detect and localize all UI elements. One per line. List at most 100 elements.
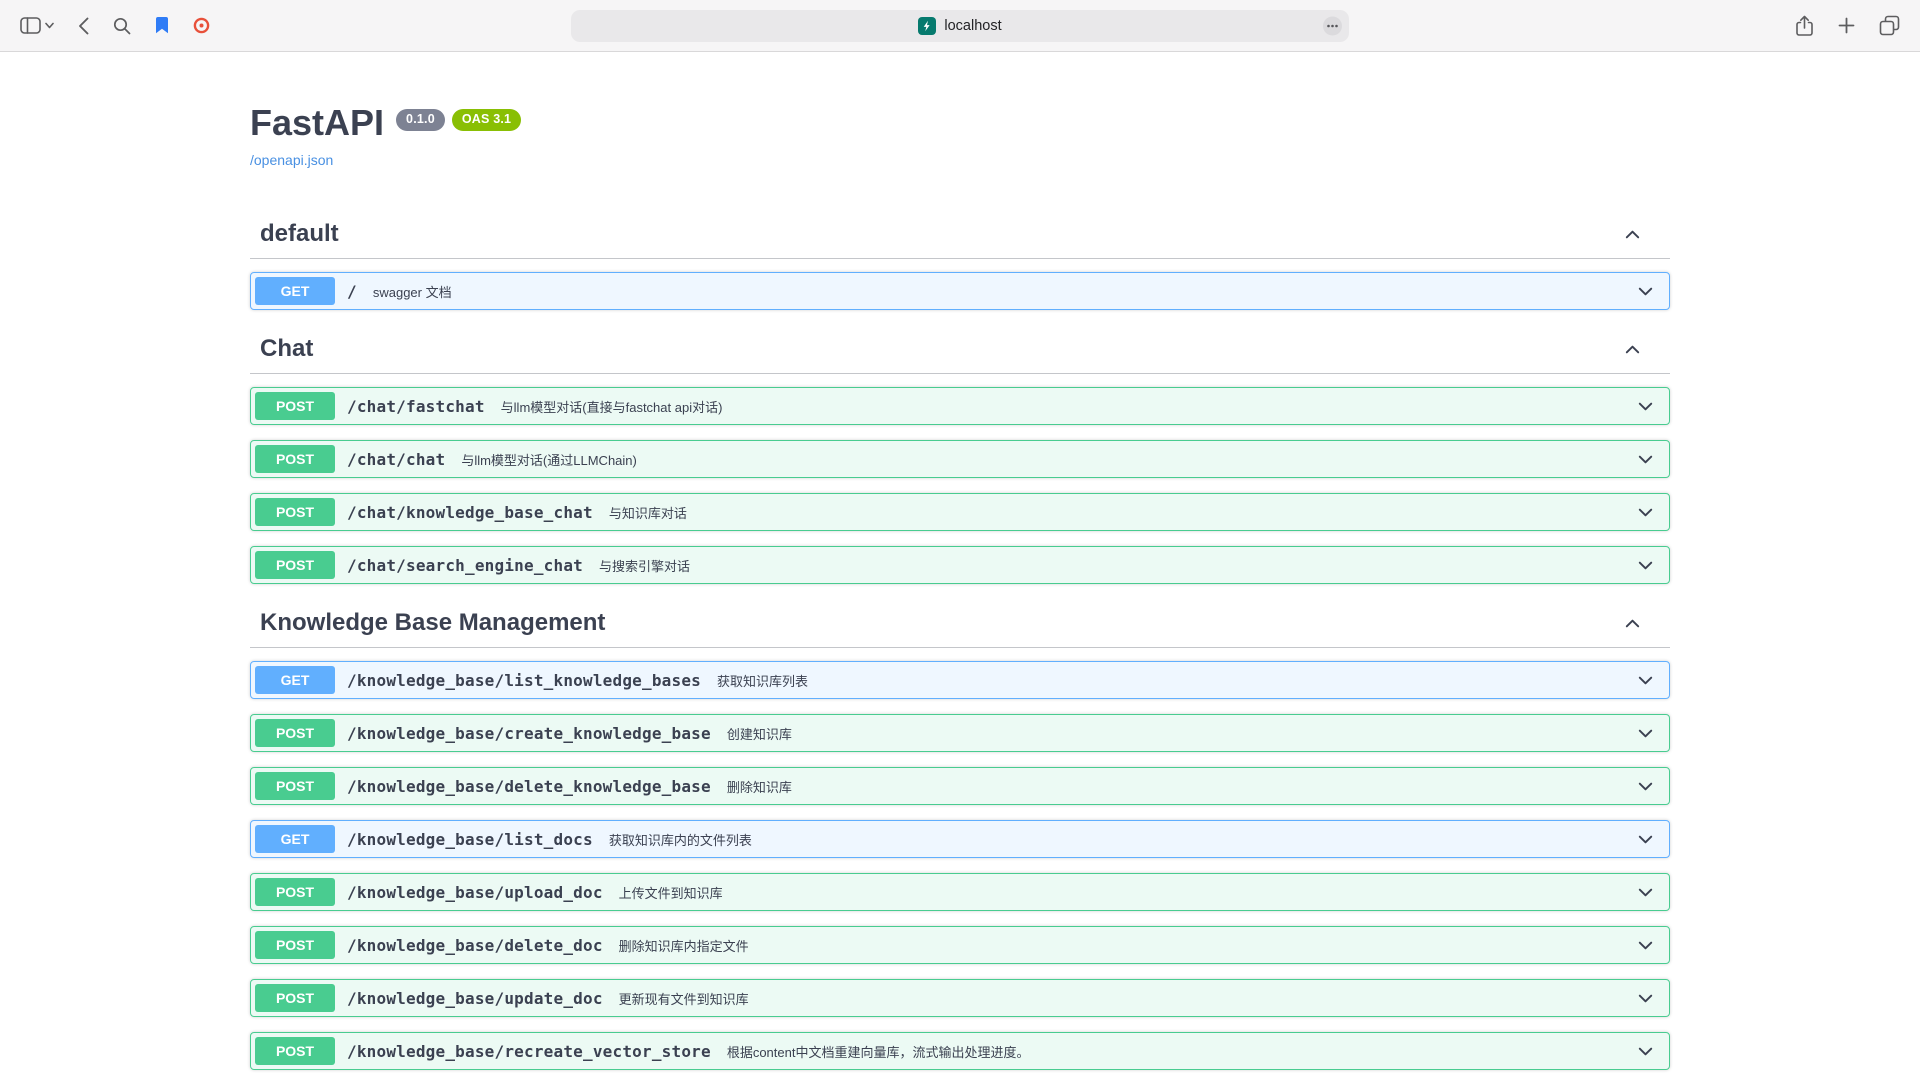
search-button[interactable] — [113, 17, 131, 35]
section-endpoints: POST/chat/fastchat与llm模型对话(直接与fastchat a… — [250, 374, 1670, 584]
method-badge: GET — [255, 666, 335, 694]
endpoint-path: /knowledge_base/create_knowledge_base — [335, 724, 723, 743]
site-favicon — [918, 17, 936, 35]
api-info-block: FastAPI 0.1.0 OAS 3.1 /openapi.json — [250, 52, 1670, 210]
tab-overview-icon — [1879, 15, 1900, 36]
endpoint-path: /knowledge_base/list_knowledge_bases — [335, 671, 713, 690]
expand-endpoint-icon[interactable] — [1636, 936, 1655, 955]
record-extension-icon — [193, 17, 210, 34]
expand-endpoint-icon[interactable] — [1636, 724, 1655, 743]
chevron-left-icon — [78, 17, 89, 35]
endpoint-row[interactable]: POST/knowledge_base/recreate_vector_stor… — [250, 1032, 1670, 1070]
version-badge: 0.1.0 — [396, 109, 445, 131]
tab-overview-button[interactable] — [1879, 15, 1900, 36]
method-badge: POST — [255, 772, 335, 800]
method-badge: GET — [255, 277, 335, 305]
method-badge: POST — [255, 392, 335, 420]
endpoint-row[interactable]: POST/chat/fastchat与llm模型对话(直接与fastchat a… — [250, 387, 1670, 425]
ellipsis-icon — [1327, 25, 1338, 28]
back-button[interactable] — [78, 17, 89, 35]
endpoint-path: / — [335, 282, 369, 301]
expand-endpoint-icon[interactable] — [1636, 830, 1655, 849]
expand-endpoint-icon[interactable] — [1636, 1042, 1655, 1061]
bookmark-extension-button[interactable] — [155, 17, 169, 34]
endpoint-description: 更新现有文件到知识库 — [615, 989, 1630, 1008]
section-endpoints: GET/swagger 文档 — [250, 259, 1670, 310]
endpoint-path: /knowledge_base/upload_doc — [335, 883, 615, 902]
api-section: default GET/swagger 文档 — [250, 210, 1670, 310]
section-title: Chat — [260, 335, 1623, 363]
endpoint-row[interactable]: POST/chat/search_engine_chat与搜索引擎对话 — [250, 546, 1670, 584]
endpoint-row[interactable]: POST/knowledge_base/upload_doc上传文件到知识库 — [250, 873, 1670, 911]
collapse-section-icon[interactable] — [1623, 614, 1642, 633]
content-wrapper: FastAPI 0.1.0 OAS 3.1 /openapi.json defa… — [230, 52, 1690, 1070]
share-icon — [1795, 15, 1814, 37]
section-header[interactable]: Knowledge Base Management — [250, 599, 1670, 648]
endpoint-description: 与知识库对话 — [605, 503, 1630, 522]
endpoint-description: 删除知识库 — [723, 777, 1630, 796]
endpoint-path: /chat/search_engine_chat — [335, 556, 595, 575]
chevron-down-icon — [45, 22, 54, 29]
endpoint-row[interactable]: POST/knowledge_base/delete_knowledge_bas… — [250, 767, 1670, 805]
sidebar-toggle-button[interactable] — [20, 17, 54, 34]
search-icon — [113, 17, 131, 35]
expand-endpoint-icon[interactable] — [1636, 503, 1655, 522]
openapi-spec-link[interactable]: /openapi.json — [250, 152, 333, 168]
api-title-text: FastAPI — [250, 102, 384, 143]
toolbar-left-group — [20, 17, 210, 35]
expand-endpoint-icon[interactable] — [1636, 450, 1655, 469]
endpoint-path: /chat/knowledge_base_chat — [335, 503, 605, 522]
endpoint-path: /knowledge_base/update_doc — [335, 989, 615, 1008]
expand-endpoint-icon[interactable] — [1636, 556, 1655, 575]
api-section: Chat POST/chat/fastchat与llm模型对话(直接与fastch… — [250, 325, 1670, 584]
expand-endpoint-icon[interactable] — [1636, 397, 1655, 416]
endpoint-description: 与llm模型对话(通过LLMChain) — [457, 450, 1630, 469]
endpoint-row[interactable]: POST/knowledge_base/update_doc更新现有文件到知识库 — [250, 979, 1670, 1017]
expand-endpoint-icon[interactable] — [1636, 883, 1655, 902]
endpoint-row[interactable]: POST/knowledge_base/delete_doc删除知识库内指定文件 — [250, 926, 1670, 964]
badges: 0.1.0 OAS 3.1 — [396, 109, 521, 131]
api-section: Knowledge Base Management GET/knowledge_b… — [250, 599, 1670, 1070]
swagger-page: FastAPI 0.1.0 OAS 3.1 /openapi.json defa… — [0, 52, 1920, 1080]
expand-endpoint-icon[interactable] — [1636, 989, 1655, 1008]
section-header[interactable]: Chat — [250, 325, 1670, 374]
endpoint-description: swagger 文档 — [369, 282, 1630, 301]
collapse-section-icon[interactable] — [1623, 225, 1642, 244]
endpoint-row[interactable]: GET/knowledge_base/list_knowledge_bases获… — [250, 661, 1670, 699]
endpoint-path: /knowledge_base/list_docs — [335, 830, 605, 849]
new-tab-button[interactable] — [1838, 17, 1855, 34]
toolbar-right-group — [1795, 15, 1900, 37]
endpoint-description: 删除知识库内指定文件 — [615, 936, 1630, 955]
section-title: Knowledge Base Management — [260, 609, 1623, 637]
expand-endpoint-icon[interactable] — [1636, 671, 1655, 690]
endpoint-path: /chat/fastchat — [335, 397, 497, 416]
page-title: FastAPI 0.1.0 OAS 3.1 — [250, 102, 1670, 143]
endpoint-row[interactable]: POST/chat/chat与llm模型对话(通过LLMChain) — [250, 440, 1670, 478]
lightning-bolt-icon — [921, 20, 933, 32]
endpoint-path: /knowledge_base/recreate_vector_store — [335, 1042, 723, 1061]
collapse-section-icon[interactable] — [1623, 340, 1642, 359]
method-badge: POST — [255, 984, 335, 1012]
endpoint-description: 与搜索引擎对话 — [595, 556, 1630, 575]
expand-endpoint-icon[interactable] — [1636, 777, 1655, 796]
section-header[interactable]: default — [250, 210, 1670, 259]
method-badge: POST — [255, 719, 335, 747]
sidebar-toggle-icon — [20, 17, 41, 34]
endpoint-path: /chat/chat — [335, 450, 457, 469]
endpoint-description: 上传文件到知识库 — [615, 883, 1630, 902]
method-badge: GET — [255, 825, 335, 853]
address-bar[interactable]: localhost — [571, 10, 1349, 42]
url-text: localhost — [944, 18, 1001, 34]
plus-icon — [1838, 17, 1855, 34]
method-badge: POST — [255, 445, 335, 473]
record-extension-button[interactable] — [193, 17, 210, 34]
endpoint-row[interactable]: GET/knowledge_base/list_docs获取知识库内的文件列表 — [250, 820, 1670, 858]
endpoint-row[interactable]: POST/chat/knowledge_base_chat与知识库对话 — [250, 493, 1670, 531]
method-badge: POST — [255, 1037, 335, 1065]
share-button[interactable] — [1795, 15, 1814, 37]
endpoint-row[interactable]: GET/swagger 文档 — [250, 272, 1670, 310]
endpoint-row[interactable]: POST/knowledge_base/create_knowledge_bas… — [250, 714, 1670, 752]
page-menu-button[interactable] — [1323, 17, 1342, 36]
section-title: default — [260, 220, 1623, 248]
expand-endpoint-icon[interactable] — [1636, 282, 1655, 301]
